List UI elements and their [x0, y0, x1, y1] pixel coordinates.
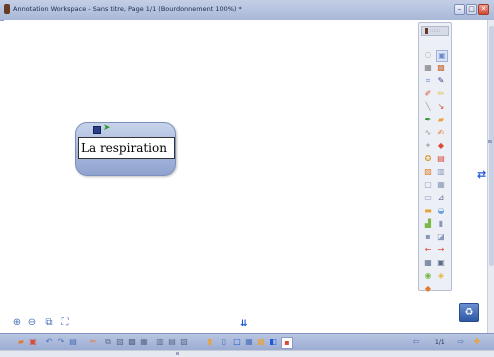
lasso-icon[interactable]: ⌗	[423, 76, 433, 86]
node-label[interactable]: La respiration	[78, 137, 175, 159]
table-icon[interactable]: ▤	[436, 154, 446, 164]
arrow-right-icon[interactable]: →	[436, 245, 446, 255]
expand-arrow-icon[interactable]: ⇄	[477, 168, 488, 182]
scroll-down-icon[interactable]: ⇊	[240, 318, 254, 330]
layers-icon[interactable]: ◪	[436, 232, 446, 242]
copy-icon[interactable]: ⧉	[103, 337, 113, 347]
page-marker-icon	[488, 140, 492, 143]
cut-icon[interactable]: ✂	[88, 337, 98, 347]
line-icon[interactable]: ╲	[423, 102, 433, 112]
palette-header[interactable]: ::::::	[421, 26, 449, 36]
fit-page-icon[interactable]: ⧉	[44, 318, 54, 328]
eraser-icon[interactable]: ▰	[436, 115, 446, 125]
full-screen-icon[interactable]: ⛶	[60, 318, 70, 328]
brush-icon[interactable]: ✍	[436, 128, 446, 138]
window-title: Annotation Workspace - Sans titre, Page …	[13, 5, 242, 13]
vertical-scrollbar[interactable]	[487, 20, 494, 333]
marker-icon[interactable]: ✐	[423, 89, 433, 99]
protractor-icon[interactable]: ⊿	[436, 193, 446, 203]
align-icon[interactable]: ▮	[205, 337, 215, 347]
scroll-marker-icon	[176, 352, 179, 355]
zoom-in-icon[interactable]: ⊕	[12, 318, 22, 328]
delete-icon[interactable]: ▩	[127, 337, 137, 347]
redo-icon[interactable]: ↷	[56, 337, 66, 347]
minimize-button[interactable]: –	[454, 4, 465, 15]
canvas[interactable]	[4, 20, 487, 333]
text-icon[interactable]: ▦	[423, 63, 433, 73]
chart-icon[interactable]: ▥	[436, 167, 446, 177]
previous-page-icon[interactable]: ⇦	[411, 337, 421, 347]
note-icon[interactable]: ▢	[423, 180, 433, 190]
undo-icon[interactable]: ↶	[44, 337, 54, 347]
globe-icon[interactable]: ◉	[423, 271, 433, 281]
shape-add-icon[interactable]: ◆	[423, 284, 433, 294]
pointer-icon[interactable]: ◌	[423, 50, 433, 60]
mindmap-node[interactable]: ➤ La respiration	[75, 122, 176, 176]
paste-icon[interactable]: ▨	[115, 337, 125, 347]
highlighter-icon[interactable]: ✏	[436, 89, 446, 99]
duplicate-page-icon[interactable]: ▦	[244, 337, 254, 347]
arrow-left-icon[interactable]: ←	[423, 245, 433, 255]
ungroup-icon[interactable]: ▥	[155, 337, 165, 347]
new-page-icon[interactable]: ▯	[219, 337, 229, 347]
curve-icon[interactable]: ∿	[423, 128, 433, 138]
print-icon[interactable]: ▤	[68, 337, 78, 347]
calendar-icon[interactable]: ▧	[423, 167, 433, 177]
open-folder-icon[interactable]: ▰	[16, 337, 26, 347]
shape-icon[interactable]: ✒	[423, 115, 433, 125]
close-button[interactable]: ✕	[478, 4, 489, 15]
fill-icon[interactable]: ◆	[436, 141, 446, 151]
clock-icon[interactable]: ▣	[436, 258, 446, 268]
image-icon[interactable]: ▩	[436, 63, 446, 73]
blank-page-icon[interactable]: □	[232, 337, 242, 347]
palette-grip-icon[interactable]	[425, 28, 428, 34]
title-bar: Annotation Workspace - Sans titre, Page …	[0, 0, 494, 21]
grid-icon[interactable]: ▦	[423, 258, 433, 268]
zoom-out-icon[interactable]: ⊖	[27, 318, 37, 328]
ruler-icon[interactable]: ▭	[423, 193, 433, 203]
zoom-toolbar: ⊕ ⊖ ⧉ ⛶	[8, 318, 83, 329]
scroll-thumb[interactable]	[489, 26, 494, 266]
maximize-button[interactable]: □	[466, 4, 477, 15]
next-page-icon[interactable]: ⇨	[456, 337, 466, 347]
save-icon[interactable]	[93, 126, 101, 134]
color-icon[interactable]: ▩	[256, 337, 266, 347]
palette-dots-icon: ::::::	[430, 28, 441, 34]
pen-icon[interactable]: ✎	[436, 76, 446, 86]
link-icon[interactable]: ▦	[436, 180, 446, 190]
send-back-icon[interactable]: ▧	[179, 337, 189, 347]
recycle-bin-icon[interactable]: ♻	[459, 303, 479, 322]
stamp-icon[interactable]: ✪	[423, 154, 433, 164]
record-icon[interactable]: ▪	[281, 337, 293, 349]
app-icon	[4, 4, 10, 14]
add-page-icon[interactable]: ✚	[472, 337, 482, 347]
fill-icon[interactable]: ◧	[268, 337, 278, 347]
tag-icon[interactable]: ◈	[436, 271, 446, 281]
document-icon[interactable]: ▟	[423, 219, 433, 229]
bring-front-icon[interactable]: ▤	[167, 337, 177, 347]
group-icon[interactable]: ▦	[139, 337, 149, 347]
screen-icon[interactable]: ◒	[436, 206, 446, 216]
save-icon[interactable]: ▣	[28, 337, 38, 347]
page-indicator: 1/1	[435, 339, 445, 346]
play-arrow-icon[interactable]: ➤	[103, 123, 111, 133]
record-icon[interactable]: ▪	[423, 232, 433, 242]
select-icon[interactable]: ▣	[436, 50, 448, 62]
star-icon[interactable]: ✦	[423, 141, 433, 151]
bottom-toolbar: ▰ ▣ ↶ ↷ ▤ ✂ ⧉ ▨ ▩ ▦ ▥ ▤ ▧ ▮ ▯ □ ▦ ▩ ◧ ▪ …	[0, 333, 494, 351]
spotlight-icon[interactable]: ▬	[423, 206, 433, 216]
camera-icon[interactable]: ▮	[436, 219, 446, 229]
tool-palette: :::::: ◌ ▣ ▦ ▩ ⌗ ✎ ✐ ✏ ╲ ↘ ✒ ▰ ∿ ✍ ✦ ◆ ✪…	[418, 22, 452, 294]
arrow-icon[interactable]: ↘	[436, 102, 446, 112]
